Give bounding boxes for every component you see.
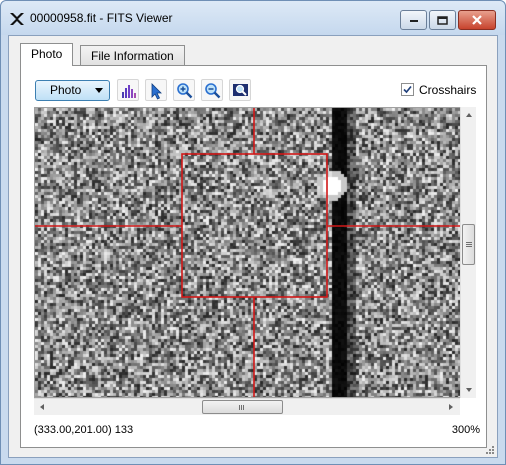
view-mode-dropdown[interactable]: Photo xyxy=(35,80,110,101)
image-viewport[interactable] xyxy=(34,107,475,398)
title-bar[interactable]: 00000958.fit - FITS Viewer xyxy=(1,1,505,35)
pointer-icon xyxy=(151,83,162,100)
horizontal-scrollbar[interactable] xyxy=(34,398,460,415)
crosshairs-checkbox[interactable] xyxy=(401,83,414,96)
tab-file-information[interactable]: File Information xyxy=(80,45,185,66)
select-button[interactable] xyxy=(145,79,167,101)
crosshairs-label[interactable]: Crosshairs xyxy=(419,83,476,97)
fits-viewer-window: 00000958.fit - FITS Viewer Photo File In… xyxy=(0,0,506,465)
maximize-button[interactable] xyxy=(429,10,456,30)
minimize-button[interactable] xyxy=(400,10,427,30)
vertical-scrollbar[interactable] xyxy=(460,107,476,398)
client-area: Photo File Information Photo Crosshairs … xyxy=(8,35,498,458)
tab-photo[interactable]: Photo xyxy=(20,43,74,66)
resize-grip-icon[interactable] xyxy=(485,445,495,455)
app-icon xyxy=(10,13,24,25)
zoom-out-button[interactable] xyxy=(201,79,223,101)
pixel-readout: (333.00,201.00) 133 xyxy=(34,424,134,436)
checkmark-icon xyxy=(403,85,412,94)
maximize-icon xyxy=(437,15,448,25)
zoom-fit-button[interactable] xyxy=(229,79,251,101)
vertical-scroll-thumb[interactable] xyxy=(462,224,475,265)
minimize-icon xyxy=(409,20,418,22)
zoom-fit-icon xyxy=(233,84,248,96)
scroll-left-icon[interactable] xyxy=(37,400,47,414)
crosshair-overlay xyxy=(35,108,474,397)
histogram-icon xyxy=(122,85,136,98)
scroll-up-icon[interactable] xyxy=(462,110,476,120)
zoom-out-icon xyxy=(205,83,221,99)
view-mode-value: Photo xyxy=(50,83,82,97)
zoom-level: 300% xyxy=(451,424,480,436)
zoom-in-icon xyxy=(177,83,193,99)
close-button[interactable] xyxy=(458,10,496,30)
scroll-down-icon[interactable] xyxy=(462,385,476,395)
close-icon xyxy=(472,15,482,25)
crosshair-box xyxy=(181,153,328,298)
horizontal-scroll-thumb[interactable] xyxy=(202,400,283,414)
photo-panel: Photo Crosshairs (333.00,201.00) 133 300… xyxy=(20,65,487,448)
histogram-button[interactable] xyxy=(117,79,139,101)
chevron-down-icon xyxy=(95,88,103,93)
zoom-in-button[interactable] xyxy=(173,79,195,101)
window-title: 00000958.fit - FITS Viewer xyxy=(30,11,173,25)
scroll-right-icon[interactable] xyxy=(446,400,456,414)
